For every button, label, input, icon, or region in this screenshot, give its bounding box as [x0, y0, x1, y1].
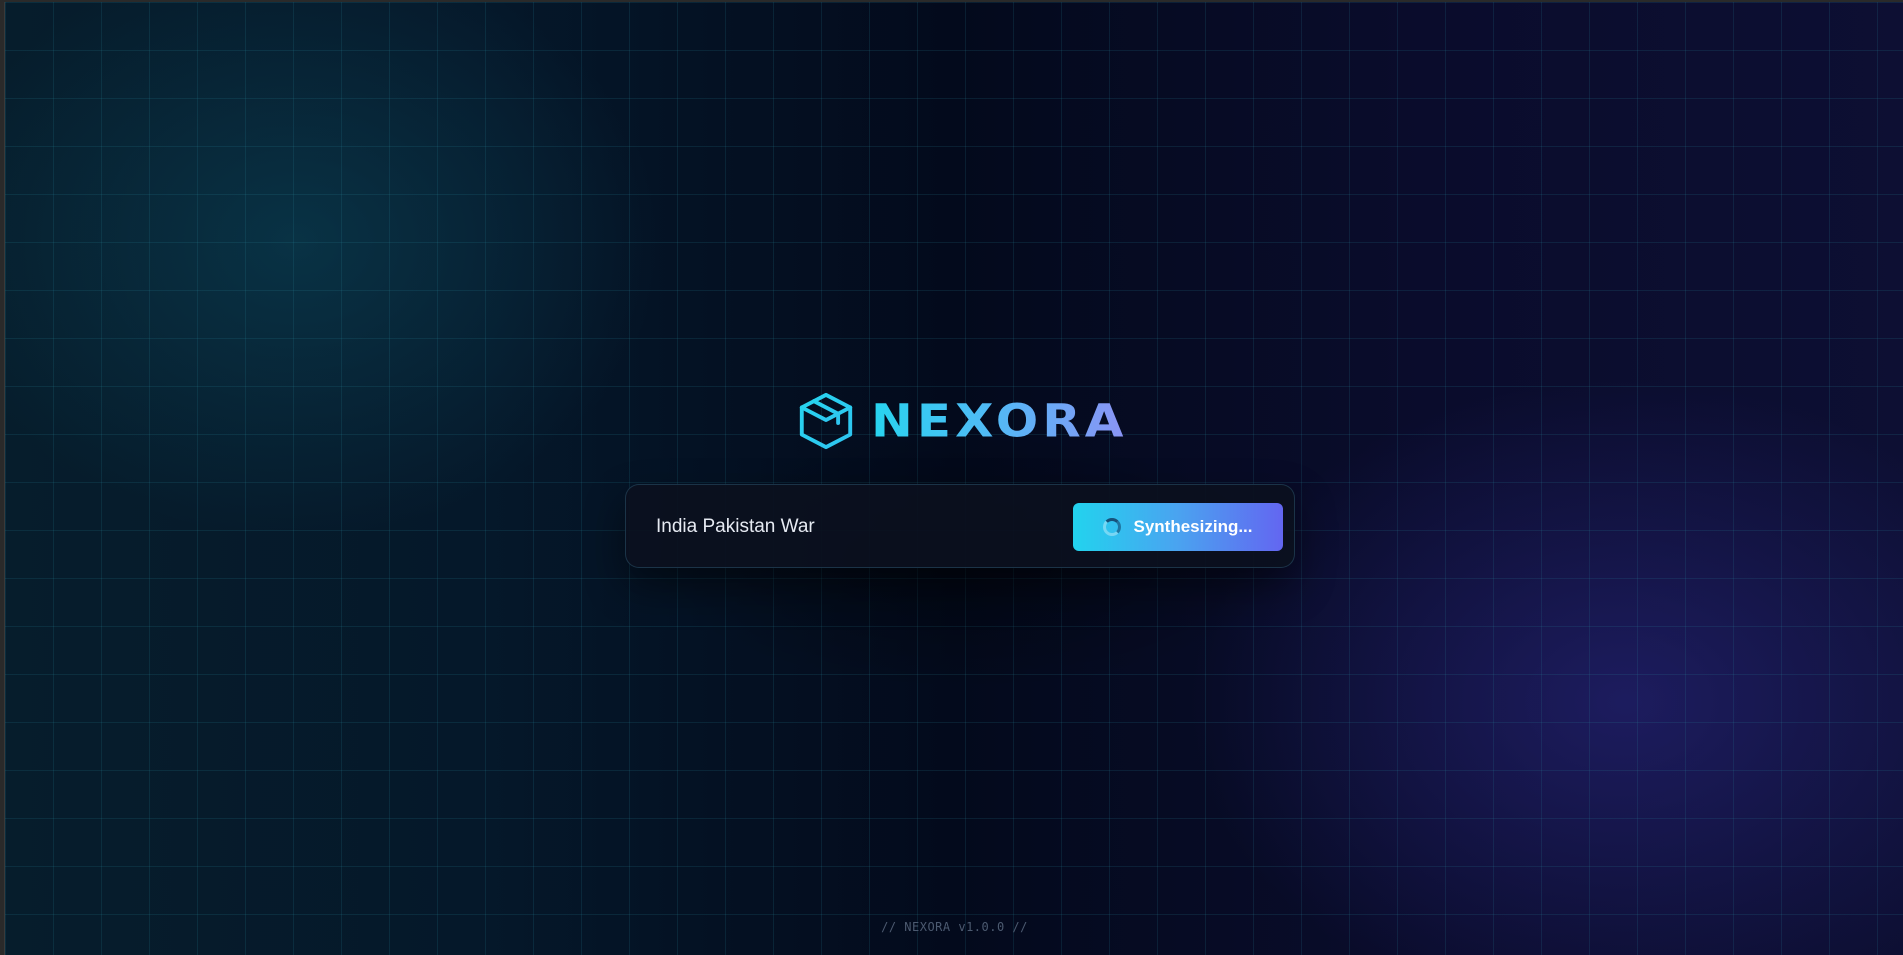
search-card: Synthesizing... [625, 484, 1295, 568]
brand-logo: NEXORA [795, 388, 1127, 454]
version-footer: // NEXORA v1.0.0 // [881, 920, 1028, 934]
topic-search-input[interactable] [656, 507, 1016, 547]
cube-icon [799, 392, 853, 450]
synthesize-button-label: Synthesizing... [1133, 517, 1253, 536]
spinner-icon [1103, 518, 1122, 536]
brand-name: NEXORA [871, 394, 1128, 448]
app-viewport: NEXORA Synthesizing... // NEXORA v1.0.0 … [4, 2, 1903, 955]
background-grid [5, 2, 1903, 955]
synthesize-button[interactable]: Synthesizing... [1073, 503, 1283, 551]
